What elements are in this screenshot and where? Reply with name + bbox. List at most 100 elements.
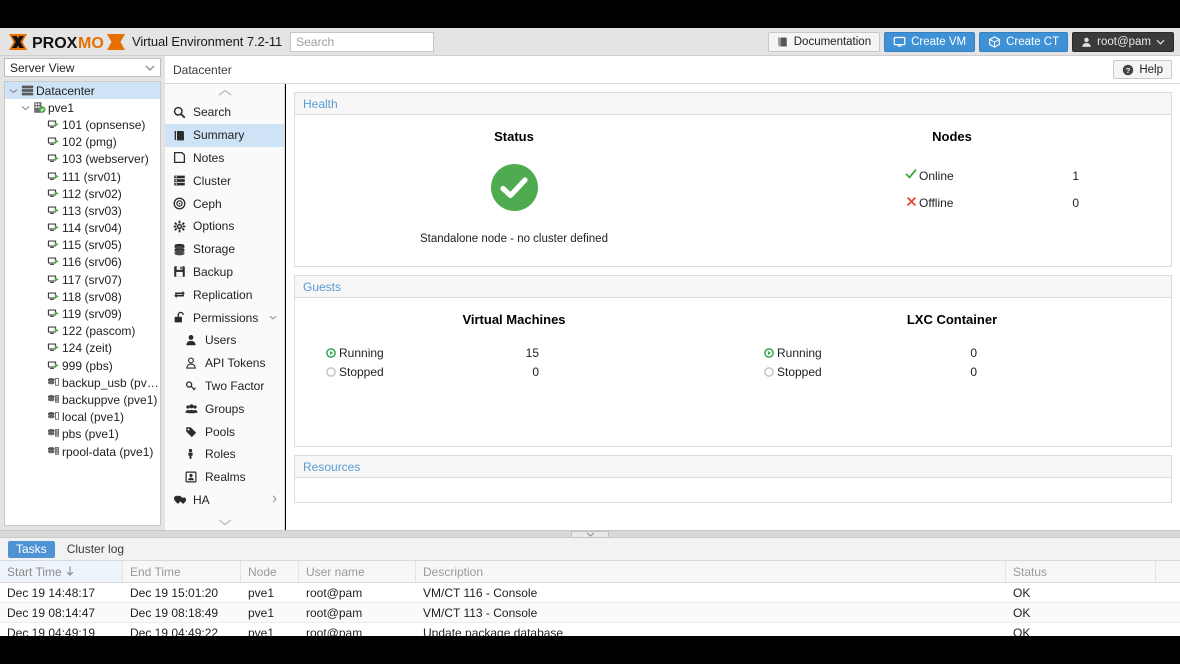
node-status-label: Online bbox=[919, 169, 1019, 183]
nav-item-storage[interactable]: Storage bbox=[165, 238, 284, 261]
tree-item[interactable]: backuppve (pve1) bbox=[5, 391, 160, 408]
monitor-icon bbox=[893, 36, 906, 48]
guest-state-value: 0 bbox=[877, 365, 977, 379]
column-header-description[interactable]: Description bbox=[416, 561, 1006, 582]
storage-used-icon bbox=[45, 446, 62, 458]
splitter-collapse-handle[interactable] bbox=[571, 531, 609, 538]
column-header-status[interactable]: Status bbox=[1006, 561, 1156, 582]
tree-item-label: Datacenter bbox=[36, 84, 95, 98]
table-row[interactable]: Dec 19 08:14:47Dec 19 08:18:49pve1root@p… bbox=[0, 603, 1180, 623]
breadcrumb[interactable]: Datacenter bbox=[165, 63, 232, 77]
tree-twisty-icon[interactable] bbox=[7, 88, 19, 94]
tree-item[interactable]: 111 (srv01) bbox=[5, 168, 160, 185]
nav-item-realms[interactable]: Realms bbox=[165, 466, 284, 489]
search-placeholder-text: Search bbox=[296, 35, 334, 49]
tree-item[interactable]: rpool-data (pve1) bbox=[5, 443, 160, 460]
tab-cluster-log[interactable]: Cluster log bbox=[59, 541, 132, 558]
nav-scroll-up-button[interactable] bbox=[165, 84, 284, 101]
nav-item-two-factor[interactable]: Two Factor bbox=[165, 375, 284, 398]
nav-item-groups[interactable]: Groups bbox=[165, 397, 284, 420]
tree-item[interactable]: 101 (opnsense) bbox=[5, 116, 160, 133]
view-selector[interactable]: Server View bbox=[4, 58, 161, 77]
tree-item[interactable]: 117 (srv07) bbox=[5, 271, 160, 288]
qemu-running-icon bbox=[47, 188, 60, 200]
nav-scroll-down-button[interactable] bbox=[165, 513, 284, 530]
table-row[interactable]: Dec 19 14:48:17Dec 19 15:01:20pve1root@p… bbox=[0, 583, 1180, 603]
nav-item-summary[interactable]: Summary bbox=[165, 124, 284, 147]
tree-item[interactable]: 102 (pmg) bbox=[5, 134, 160, 151]
bottom-tab-bar[interactable]: TasksCluster log bbox=[0, 538, 1180, 560]
nav-item-search[interactable]: Search bbox=[165, 101, 284, 124]
tree-item[interactable]: backup_usb (pve1) bbox=[5, 374, 160, 391]
tree-item[interactable]: local (pve1) bbox=[5, 409, 160, 426]
tree-item[interactable]: 124 (zeit) bbox=[5, 340, 160, 357]
column-header-end-time[interactable]: End Time bbox=[123, 561, 241, 582]
resource-tree[interactable]: Datacenterpve1101 (opnsense)102 (pmg)103… bbox=[4, 81, 161, 526]
tree-item[interactable]: 122 (pascom) bbox=[5, 323, 160, 340]
nav-item-ceph[interactable]: Ceph bbox=[165, 192, 284, 215]
qemu-running-icon bbox=[45, 136, 62, 148]
nav-item-ha[interactable]: HA bbox=[165, 489, 284, 512]
chevron-down-icon[interactable] bbox=[269, 313, 277, 322]
nav-item-list[interactable]: SearchSummaryNotesClusterCephOptionsStor… bbox=[165, 101, 284, 513]
tree-item[interactable]: pbs (pve1) bbox=[5, 426, 160, 443]
tree-item[interactable]: 103 (webserver) bbox=[5, 151, 160, 168]
panel-splitter[interactable] bbox=[0, 530, 1180, 538]
tree-item[interactable]: 115 (srv05) bbox=[5, 237, 160, 254]
nav-item-label: Permissions bbox=[193, 311, 258, 325]
tree-item[interactable]: 113 (srv03) bbox=[5, 202, 160, 219]
check-icon bbox=[905, 168, 917, 180]
qemu-running-icon bbox=[47, 256, 60, 268]
tree-item[interactable]: Datacenter bbox=[5, 82, 160, 99]
nav-item-roles[interactable]: Roles bbox=[165, 443, 284, 466]
nav-item-pools[interactable]: Pools bbox=[165, 420, 284, 443]
documentation-button[interactable]: Documentation bbox=[768, 32, 880, 52]
tree-item[interactable]: 116 (srv06) bbox=[5, 254, 160, 271]
tree-item[interactable]: 114 (srv04) bbox=[5, 220, 160, 237]
nav-item-label: Users bbox=[205, 333, 236, 347]
qemu-running-icon bbox=[45, 360, 62, 372]
nav-item-users[interactable]: Users bbox=[165, 329, 284, 352]
tree-item[interactable]: pve1 bbox=[5, 99, 160, 116]
cube-icon bbox=[988, 36, 1001, 48]
tree-twisty-icon[interactable] bbox=[19, 105, 31, 111]
cell-user-name: root@pam bbox=[299, 606, 416, 620]
nav-item-replication[interactable]: Replication bbox=[165, 283, 284, 306]
nav-item-notes[interactable]: Notes bbox=[165, 147, 284, 170]
nav-item-permissions[interactable]: Permissions bbox=[165, 306, 284, 329]
cell-end-time: Dec 19 08:18:49 bbox=[123, 606, 241, 620]
lxc-rows: Running0Stopped0 bbox=[733, 343, 1171, 381]
datacenter-icon bbox=[19, 84, 36, 97]
node-status-value: 0 bbox=[1019, 196, 1079, 210]
nav-item-label: API Tokens bbox=[205, 356, 265, 370]
tab-tasks[interactable]: Tasks bbox=[8, 541, 55, 558]
nav-item-cluster[interactable]: Cluster bbox=[165, 169, 284, 192]
column-header-node[interactable]: Node bbox=[241, 561, 299, 582]
status-ok-icon bbox=[491, 164, 538, 211]
chevron-right-icon[interactable] bbox=[272, 495, 277, 505]
tree-item[interactable]: 119 (srv09) bbox=[5, 305, 160, 322]
breadcrumb-bar: Datacenter ? Help bbox=[165, 56, 1180, 84]
guest-state-label: Running bbox=[777, 346, 877, 360]
tree-item[interactable]: 999 (pbs) bbox=[5, 357, 160, 374]
help-button[interactable]: ? Help bbox=[1113, 60, 1172, 79]
tree-item[interactable]: 112 (srv02) bbox=[5, 185, 160, 202]
column-header-start-time[interactable]: Start Time bbox=[0, 561, 123, 582]
user-menu-button[interactable]: root@pam bbox=[1072, 32, 1174, 52]
column-header-user-name[interactable]: User name bbox=[299, 561, 416, 582]
create-vm-button[interactable]: Create VM bbox=[884, 32, 975, 52]
nav-item-api-tokens[interactable]: API Tokens bbox=[165, 352, 284, 375]
ceph-icon bbox=[173, 197, 193, 210]
search-input[interactable]: Search bbox=[290, 32, 434, 52]
qemu-running-icon bbox=[45, 239, 62, 251]
node-icon bbox=[31, 101, 48, 114]
proxmox-logo[interactable]: PROX MO Virtual Environment 7.2-11 bbox=[0, 32, 282, 52]
cross-icon bbox=[906, 196, 917, 207]
create-ct-button[interactable]: Create CT bbox=[979, 32, 1068, 52]
nodes-title: Nodes bbox=[733, 129, 1171, 144]
nav-item-backup[interactable]: Backup bbox=[165, 261, 284, 284]
qemu-running-icon bbox=[45, 342, 62, 354]
tree-item[interactable]: 118 (srv08) bbox=[5, 288, 160, 305]
nav-item-options[interactable]: Options bbox=[165, 215, 284, 238]
health-nodes-column: Nodes Online1Offline0 bbox=[733, 129, 1171, 245]
